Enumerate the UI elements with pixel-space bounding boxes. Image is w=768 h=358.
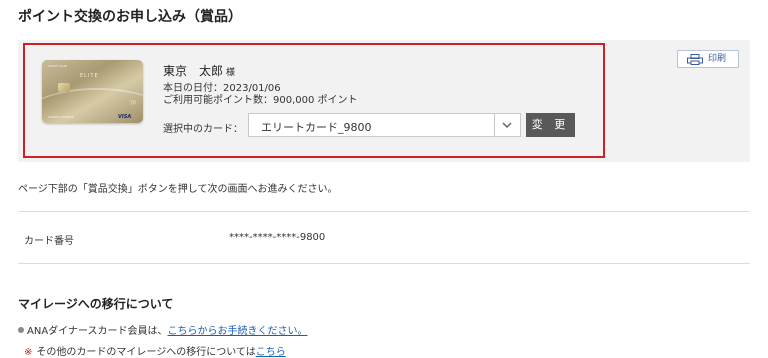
card-chip-icon [58,83,70,92]
holder-name: 東京 太郎様 [163,62,235,79]
other-cards-link[interactable]: こちら [256,347,286,358]
card-number-label: カード番号 [24,236,74,247]
selected-card-label: 選択中のカード： [163,124,243,135]
contactless-icon: ))) [130,100,136,106]
honorific: 様 [226,68,236,78]
page-title: ポイント交換のお申し込み（賞品） [18,9,242,25]
printer-icon [687,54,703,65]
ana-diners-line: ANAダイナースカード会員は、こちらからお手続きください。 [18,322,307,337]
ana-diners-text: ANAダイナースカード会員は、 [27,326,168,337]
card-number-value: ****-****-****-9800 [229,232,326,243]
card-top-text: TRUST CLUB [48,64,67,68]
points-line: ご利用可能ポイント数：900,000 ポイント [163,95,358,106]
bullet-icon [18,327,24,333]
note-text: その他のカードのマイレージへの移行については [36,347,256,358]
divider-bottom [18,263,750,264]
change-card-button[interactable]: 変 更 [526,113,575,137]
card-network-logo: VISA [118,114,132,120]
print-button-label: 印刷 [708,54,727,64]
divider-top [18,211,750,212]
card-select-value: エリートカード_9800 [261,121,372,134]
chevron-down-icon[interactable] [502,120,512,130]
mileage-section-title: マイレージへの移行について [18,297,174,311]
instruction-text: ページ下部の「賞品交換」ボタンを押して次の画面へお進みください。 [18,184,338,195]
card-holder-text: SAMPLE MEMBER [48,115,75,119]
select-divider [494,114,495,136]
card-select[interactable]: エリートカード_9800 [248,113,521,137]
ana-diners-link[interactable]: こちらからお手続きください。 [167,326,307,337]
card-brand-text: ELITE [80,73,99,79]
credit-card-image: TRUST CLUB ELITE ))) SAMPLE MEMBER VISA [42,60,143,123]
holder-name-text: 東京 太郎 [163,64,224,78]
print-button[interactable]: 印刷 [677,50,739,68]
note-mark: ※ [24,347,33,358]
